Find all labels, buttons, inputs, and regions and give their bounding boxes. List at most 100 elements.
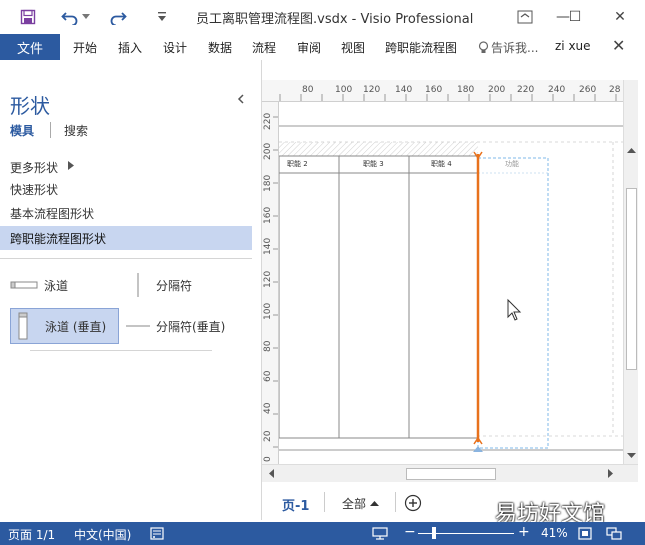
lane-header-band <box>279 142 478 156</box>
zoom-slider-thumb[interactable] <box>432 527 436 539</box>
vruler-label: 0 <box>263 456 273 462</box>
tab-view[interactable]: 视图 <box>341 39 365 56</box>
scroll-up-icon[interactable] <box>626 144 637 154</box>
master-swimlane-label: 泳道 <box>44 278 69 293</box>
presentation-mode-icon[interactable] <box>372 527 388 543</box>
master-separator-vertical[interactable]: 分隔符(垂直) <box>124 315 252 337</box>
scroll-down-icon[interactable] <box>626 450 637 460</box>
stencil-quick-shapes[interactable]: 快速形状 <box>0 177 252 201</box>
hruler-label: 180 <box>457 85 475 95</box>
swimlane-2 <box>279 155 340 439</box>
vertical-scrollbar[interactable] <box>623 80 638 464</box>
separator-icon <box>137 273 139 297</box>
drawing-canvas[interactable]: 职能 2 职能 3 职能 4 功能 <box>279 102 623 464</box>
hruler-label: 220 <box>517 85 535 95</box>
scroll-left-icon[interactable] <box>266 468 276 479</box>
tab-data[interactable]: 数据 <box>208 39 232 56</box>
horizontal-scroll-thumb[interactable] <box>406 468 496 480</box>
lane-label[interactable]: 职能 3 <box>363 159 384 169</box>
panel-divider <box>0 258 252 259</box>
tab-process[interactable]: 流程 <box>252 39 276 56</box>
tab-review[interactable]: 审阅 <box>297 39 321 56</box>
language-indicator[interactable]: 中文(中国) <box>74 526 131 543</box>
vruler-label: 120 <box>263 270 273 288</box>
page-tab-divider <box>324 492 325 512</box>
stencil-basic-flowchart[interactable]: 基本流程图形状 <box>0 201 252 225</box>
status-bar: 页面 1/1 中文(中国) − + 41% <box>0 522 645 545</box>
tell-me-search[interactable]: 告诉我... <box>478 39 538 56</box>
help-ribbon-icon[interactable] <box>510 4 540 30</box>
master-separator-label: 分隔符 <box>156 278 193 293</box>
stencil-bottom-divider <box>30 350 212 351</box>
switch-windows-icon[interactable] <box>606 527 622 543</box>
hruler-label: 28 <box>609 85 621 95</box>
all-pages-label: 全部 <box>342 497 367 511</box>
vruler-label: 140 <box>263 237 273 255</box>
hruler-label: 140 <box>395 85 413 95</box>
title-bar: 员工离职管理流程图.vsdx - Visio Professional — ☐ … <box>0 0 645 34</box>
scroll-right-icon[interactable] <box>606 468 616 479</box>
master-separator[interactable]: 分隔符 <box>130 270 240 300</box>
tab-file[interactable]: 文件 <box>0 34 60 60</box>
restore-button[interactable]: ☐ <box>560 4 590 30</box>
page-tab-1[interactable]: 页-1 <box>282 495 309 514</box>
add-page-icon[interactable] <box>404 494 422 512</box>
swimlane-vertical-icon <box>18 312 28 340</box>
vruler-label: 200 <box>263 142 273 160</box>
vruler-label: 40 <box>263 402 273 414</box>
tab-insert[interactable]: 插入 <box>118 39 142 56</box>
master-separator-vertical-label: 分隔符(垂直) <box>156 319 226 334</box>
hruler-label: 80 <box>302 85 314 95</box>
zoom-out-button[interactable]: − <box>404 524 416 540</box>
tab-cross-functional[interactable]: 跨职能流程图 <box>385 39 457 56</box>
diagram-svg <box>279 125 623 452</box>
hruler-label: 260 <box>579 85 597 95</box>
document-close-icon[interactable]: ✕ <box>612 36 625 55</box>
horizontal-ruler[interactable]: 80 100 120 140 160 180 200 220 240 260 2… <box>262 80 623 102</box>
macro-record-icon[interactable] <box>150 527 164 543</box>
horizontal-scrollbar[interactable] <box>262 464 638 482</box>
close-button[interactable]: ✕ <box>605 4 635 30</box>
lane-label[interactable]: 职能 2 <box>287 159 308 169</box>
more-shapes-item[interactable]: 更多形状 <box>0 155 252 179</box>
hruler-label: 240 <box>548 85 566 95</box>
lane-label[interactable]: 功能 <box>505 159 519 169</box>
lane-label[interactable]: 职能 4 <box>431 159 452 169</box>
page-indicator[interactable]: 页面 1/1 <box>8 526 55 543</box>
undo-icon[interactable] <box>60 7 80 27</box>
user-name[interactable]: zi xue <box>555 39 591 53</box>
redo-icon[interactable] <box>108 7 128 27</box>
caret-up-icon <box>370 501 380 506</box>
fit-to-window-icon[interactable] <box>578 527 592 543</box>
vertical-ruler[interactable]: 220 200 180 160 140 120 100 80 60 40 20 … <box>262 102 279 464</box>
all-pages-button[interactable]: 全部 <box>342 495 380 512</box>
customize-qat-icon[interactable] <box>152 7 172 27</box>
master-swimlane[interactable]: 泳道 <box>10 274 120 296</box>
lightbulb-icon <box>478 41 489 53</box>
chevron-right-icon <box>68 161 75 173</box>
hruler-ticks <box>279 94 617 101</box>
vruler-label: 60 <box>263 370 273 382</box>
hruler-label: 160 <box>425 85 443 95</box>
hruler-label: 120 <box>363 85 381 95</box>
tab-separator <box>50 122 51 138</box>
tab-search[interactable]: 搜索 <box>64 122 88 139</box>
vruler-label: 180 <box>263 174 273 192</box>
more-shapes-label: 更多形状 <box>10 160 59 175</box>
undo-dropdown-icon[interactable] <box>80 7 92 27</box>
stencil-cross-functional[interactable]: 跨职能流程图形状 <box>0 226 252 250</box>
vruler-label: 100 <box>263 302 273 320</box>
vertical-scroll-thumb[interactable] <box>626 188 637 370</box>
collapse-panel-icon[interactable] <box>237 93 245 107</box>
tab-home[interactable]: 开始 <box>73 39 97 56</box>
zoom-level[interactable]: 41% <box>541 526 568 540</box>
master-swimlane-vertical[interactable]: 泳道 (垂直) <box>10 308 119 344</box>
tab-stencils[interactable]: 模具 <box>10 122 34 139</box>
zoom-in-button[interactable]: + <box>518 524 530 540</box>
save-icon[interactable] <box>18 7 38 27</box>
hruler-label: 100 <box>335 85 353 95</box>
tab-design[interactable]: 设计 <box>163 39 187 56</box>
shapes-panel-title: 形状 <box>10 94 50 118</box>
shapes-panel: 形状 模具 搜索 更多形状 快速形状 基本流程图形状 跨职能流程图形状 泳道 分… <box>0 60 262 520</box>
swimlane-icon <box>10 281 38 289</box>
